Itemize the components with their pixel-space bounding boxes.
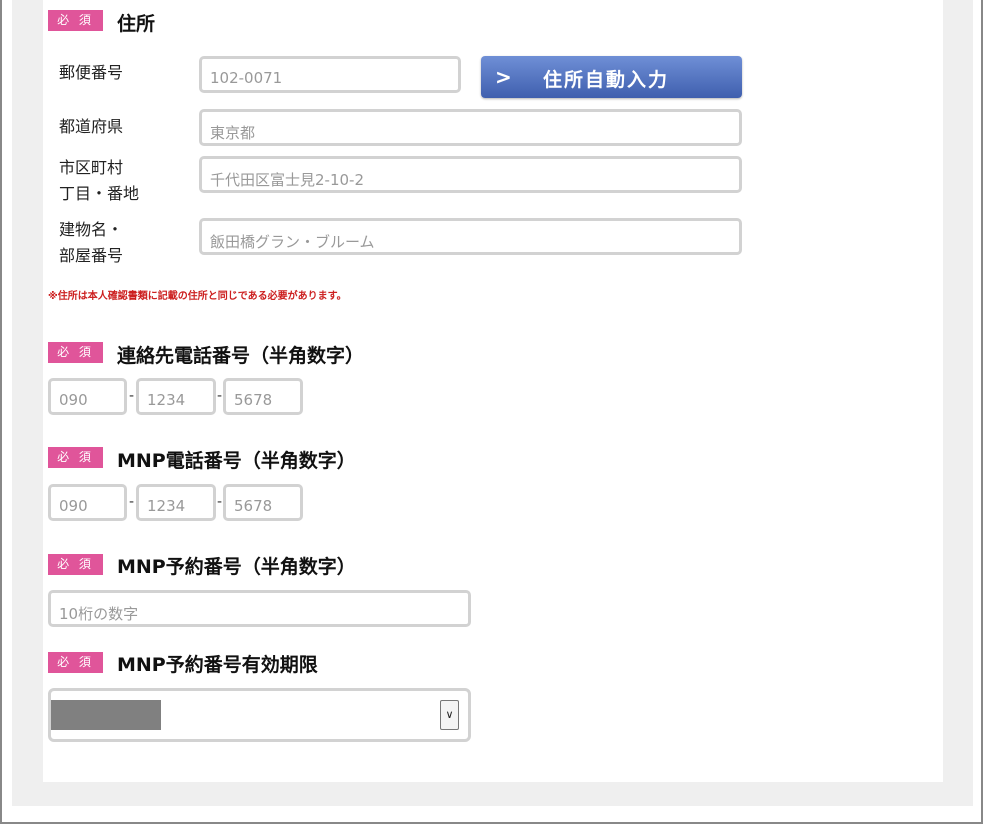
address-autofill-button[interactable]: > 住所自動入力 bbox=[481, 56, 742, 98]
required-badge: 必 須 bbox=[48, 554, 103, 575]
building-label-line2: 部屋番号 bbox=[59, 246, 124, 265]
postal-code-input[interactable]: 102-0071 bbox=[199, 56, 461, 93]
phone-separator: - bbox=[217, 388, 223, 404]
contact-phone-part2-input[interactable]: 1234 bbox=[136, 378, 216, 415]
contact-phone-part1-input[interactable]: 090 bbox=[48, 378, 127, 415]
mnp-phone-part2-input[interactable]: 1234 bbox=[136, 484, 216, 521]
mnp-phone-part3-input[interactable]: 5678 bbox=[223, 484, 303, 521]
phone-separator: - bbox=[129, 388, 135, 404]
prefecture-label: 都道府県 bbox=[59, 117, 124, 136]
required-badge: 必 須 bbox=[48, 447, 103, 468]
contact-phone-part3-input[interactable]: 5678 bbox=[223, 378, 303, 415]
contact-phone-heading: 連絡先電話番号（半角数字） bbox=[117, 345, 365, 367]
address-heading: 住所 bbox=[117, 13, 156, 35]
mnp-expiry-select[interactable]: ∨ bbox=[48, 688, 471, 742]
address-autofill-label: 住所自動入力 bbox=[543, 69, 670, 91]
phone-separator: - bbox=[217, 494, 223, 510]
city-label-line2: 丁目・番地 bbox=[59, 184, 140, 203]
mnp-expiry-selected-value bbox=[51, 700, 161, 730]
mnp-expiry-heading: MNP予約番号有効期限 bbox=[117, 654, 318, 676]
building-label-line1: 建物名・ bbox=[59, 220, 124, 239]
mnp-reservation-heading: MNP予約番号（半角数字） bbox=[117, 556, 356, 578]
mnp-reservation-input[interactable]: 10桁の数字 bbox=[48, 590, 471, 627]
postal-code-label: 郵便番号 bbox=[59, 63, 124, 82]
phone-separator: - bbox=[129, 494, 135, 510]
building-input[interactable]: 飯田橋グラン・ブルーム bbox=[199, 218, 742, 255]
required-badge: 必 須 bbox=[48, 342, 103, 363]
prefecture-input[interactable]: 東京都 bbox=[199, 109, 742, 146]
address-note: ※住所は本人確認書類に記載の住所と同じである必要があります。 bbox=[48, 291, 347, 302]
required-badge: 必 須 bbox=[48, 10, 103, 31]
required-badge: 必 須 bbox=[48, 652, 103, 673]
chevron-right-icon: > bbox=[495, 65, 512, 89]
mnp-phone-part1-input[interactable]: 090 bbox=[48, 484, 127, 521]
city-label-line1: 市区町村 bbox=[59, 158, 124, 177]
city-input[interactable]: 千代田区富士見2-10-2 bbox=[199, 156, 742, 193]
mnp-phone-heading: MNP電話番号（半角数字） bbox=[117, 450, 356, 472]
chevron-down-icon[interactable]: ∨ bbox=[440, 700, 459, 730]
